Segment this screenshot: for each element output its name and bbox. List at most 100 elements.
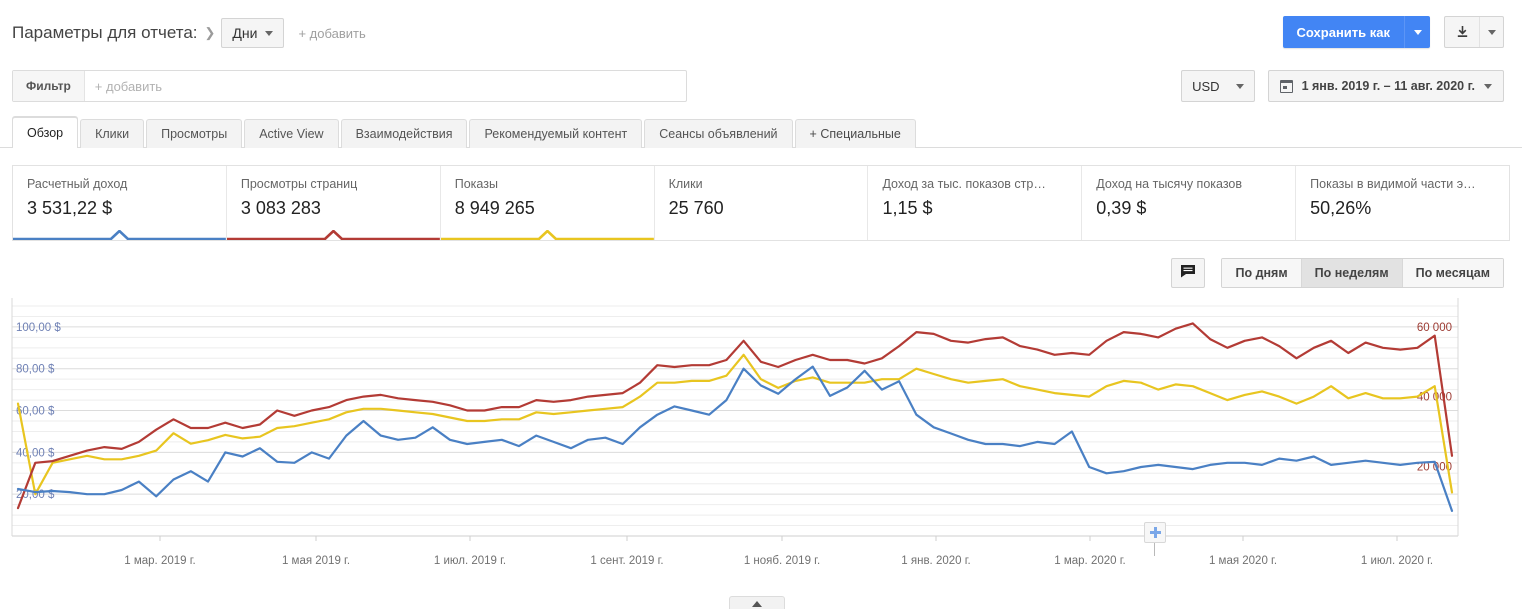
download-button[interactable] <box>1444 16 1504 48</box>
metric-card-5[interactable]: Доход на тысячу показов 0,39 $ <box>1082 166 1297 240</box>
svg-text:100,00 $: 100,00 $ <box>16 322 61 334</box>
toolbar: Параметры для отчета: ❯ Дни + добавить С… <box>0 0 1522 66</box>
svg-text:1 мая 2019 г.: 1 мая 2019 г. <box>282 555 350 567</box>
metric-card-value: 1,15 $ <box>882 198 933 218</box>
metric-card-name: Доход на тысячу показов <box>1096 177 1243 191</box>
chart-controls: По дням По неделям По месяцам <box>1171 258 1504 288</box>
granularity-label: По месяцам <box>1415 266 1490 280</box>
tab-0[interactable]: Обзор <box>12 117 79 149</box>
time-series-chart[interactable]: 20,00 $40,00 $60,00 $80,00 $100,00 $20 0… <box>0 296 1522 586</box>
filter-box[interactable]: Фильтр <box>12 70 687 102</box>
svg-text:1 мая 2020 г.: 1 мая 2020 г. <box>1209 555 1277 567</box>
metric-card-name: Клики <box>668 177 703 191</box>
tab-3[interactable]: Active View <box>244 119 339 148</box>
tab-4[interactable]: Взаимодействия <box>340 119 468 148</box>
add-dimension-link[interactable]: + добавить <box>298 26 365 41</box>
metric-card-name: Доход за тыс. показов стр… <box>882 177 1046 191</box>
metric-card-value: 50,26% <box>1310 198 1372 218</box>
tab-label: Рекомендуемый контент <box>484 127 628 141</box>
caret-up-icon <box>752 601 762 607</box>
metric-card-selected-underline <box>13 236 226 240</box>
tab-5[interactable]: Рекомендуемый контент <box>469 119 643 148</box>
tab-label: + Специальные <box>809 127 901 141</box>
metric-cards: Расчетный доход 3 531,22 $ Просмотры стран… <box>12 165 1510 241</box>
granularity-option-2[interactable]: По месяцам <box>1402 259 1503 287</box>
svg-text:1 мар. 2020 г.: 1 мар. 2020 г. <box>1054 555 1125 567</box>
metric-card-selected-underline <box>441 236 654 240</box>
svg-text:60 000: 60 000 <box>1417 322 1452 334</box>
svg-text:1 мар. 2019 г.: 1 мар. 2019 г. <box>124 555 195 567</box>
metric-card-0[interactable]: Расчетный доход 3 531,22 $ <box>13 166 227 240</box>
annotation-stem <box>1154 543 1155 556</box>
report-tabs: Обзор Клики Просмотры Active View Взаимодейс… <box>0 116 1522 149</box>
tab-label: Active View <box>259 127 324 141</box>
tab-label: Сеансы объявлений <box>659 127 778 141</box>
plus-icon <box>1149 527 1161 538</box>
page-title: Параметры для отчета: <box>12 23 198 42</box>
chevron-down-icon <box>265 30 274 36</box>
comment-icon <box>1180 264 1196 283</box>
metric-card-name: Показы <box>454 177 498 191</box>
svg-text:1 янв. 2020 г.: 1 янв. 2020 г. <box>901 555 970 567</box>
svg-text:80,00 $: 80,00 $ <box>16 364 55 376</box>
metric-card-6[interactable]: Показы в видимой части э… 50,26% <box>1296 166 1509 240</box>
dimension-chip-days[interactable]: Дни <box>221 18 285 48</box>
metric-card-value: 3 083 283 <box>240 198 321 218</box>
metric-card-value: 8 949 265 <box>454 198 535 218</box>
metric-card-value: 3 531,22 $ <box>27 198 113 218</box>
download-icon <box>1445 17 1479 47</box>
svg-text:40,00 $: 40,00 $ <box>16 447 55 459</box>
currency-value: USD <box>1192 78 1220 94</box>
dimension-chip-label: Дни <box>232 25 258 41</box>
metric-card-value: 0,39 $ <box>1096 198 1147 218</box>
tab-label: Взаимодействия <box>355 127 453 141</box>
metric-card-name: Просмотры страниц <box>240 177 358 191</box>
currency-selector[interactable]: USD <box>1181 70 1255 102</box>
granularity-toggle: По дням По неделям По месяцам <box>1221 258 1504 288</box>
filter-row: Фильтр USD 1 янв. 2019 г. – 11 авг. 2020… <box>0 66 1522 114</box>
metric-card-value: 25 760 <box>668 198 724 218</box>
tab-1[interactable]: Клики <box>80 119 145 148</box>
save-as-label: Сохранить как <box>1282 16 1404 48</box>
chevron-down-icon <box>1235 83 1244 89</box>
date-range-selector[interactable]: 1 янв. 2019 г. – 11 авг. 2020 г. <box>1267 70 1504 102</box>
download-dropdown-toggle[interactable] <box>1479 17 1503 47</box>
granularity-option-0[interactable]: По дням <box>1222 259 1302 287</box>
tab-2[interactable]: Просмотры <box>146 119 243 148</box>
annotation-marker[interactable] <box>1144 522 1166 543</box>
metric-card-2[interactable]: Показы 8 949 265 <box>441 166 655 240</box>
tab-label: Просмотры <box>161 127 228 141</box>
date-range-value: 1 янв. 2019 г. – 11 авг. 2020 г. <box>1301 79 1475 93</box>
calendar-icon <box>1279 79 1293 93</box>
tab-7[interactable]: + Специальные <box>794 119 916 148</box>
metric-card-1[interactable]: Просмотры страниц 3 083 283 <box>227 166 441 240</box>
metric-card-4[interactable]: Доход за тыс. показов стр… 1,15 $ <box>868 166 1083 240</box>
svg-text:1 сент. 2019 г.: 1 сент. 2019 г. <box>590 555 663 567</box>
save-as-dropdown-toggle[interactable] <box>1404 16 1430 48</box>
breadcrumb-chevron-icon: ❯ <box>204 25 216 40</box>
granularity-label: По дням <box>1235 266 1288 280</box>
filter-input[interactable] <box>84 71 686 101</box>
save-as-button[interactable]: Сохранить как <box>1282 16 1430 48</box>
chart-canvas: 20,00 $40,00 $60,00 $80,00 $100,00 $20 0… <box>11 298 1459 567</box>
svg-text:1 июл. 2020 г.: 1 июл. 2020 г. <box>1361 555 1433 567</box>
tab-6[interactable]: Сеансы объявлений <box>644 119 793 148</box>
toolbar-actions: Сохранить как <box>1282 16 1504 48</box>
collapse-panel-handle[interactable] <box>729 596 785 609</box>
metric-card-3[interactable]: Клики 25 760 <box>655 166 869 240</box>
svg-text:1 июл. 2019 г.: 1 июл. 2019 г. <box>434 555 506 567</box>
metric-card-selected-underline <box>227 236 440 240</box>
metric-card-name: Расчетный доход <box>27 177 128 191</box>
svg-text:1 нояб. 2019 г.: 1 нояб. 2019 г. <box>744 555 820 567</box>
filter-row-actions: USD 1 янв. 2019 г. – 11 авг. 2020 г. <box>1181 70 1504 102</box>
metric-card-name: Показы в видимой части э… <box>1310 177 1476 191</box>
annotations-button[interactable] <box>1171 258 1206 288</box>
chevron-down-icon <box>1484 83 1492 89</box>
granularity-label: По неделям <box>1314 266 1389 280</box>
svg-text:60,00 $: 60,00 $ <box>16 406 55 418</box>
filter-label: Фильтр <box>13 71 85 101</box>
chevron-down-icon <box>1413 29 1422 35</box>
chevron-down-icon <box>1487 29 1496 35</box>
granularity-option-1[interactable]: По неделям <box>1301 259 1403 287</box>
tab-label: Обзор <box>27 126 64 140</box>
